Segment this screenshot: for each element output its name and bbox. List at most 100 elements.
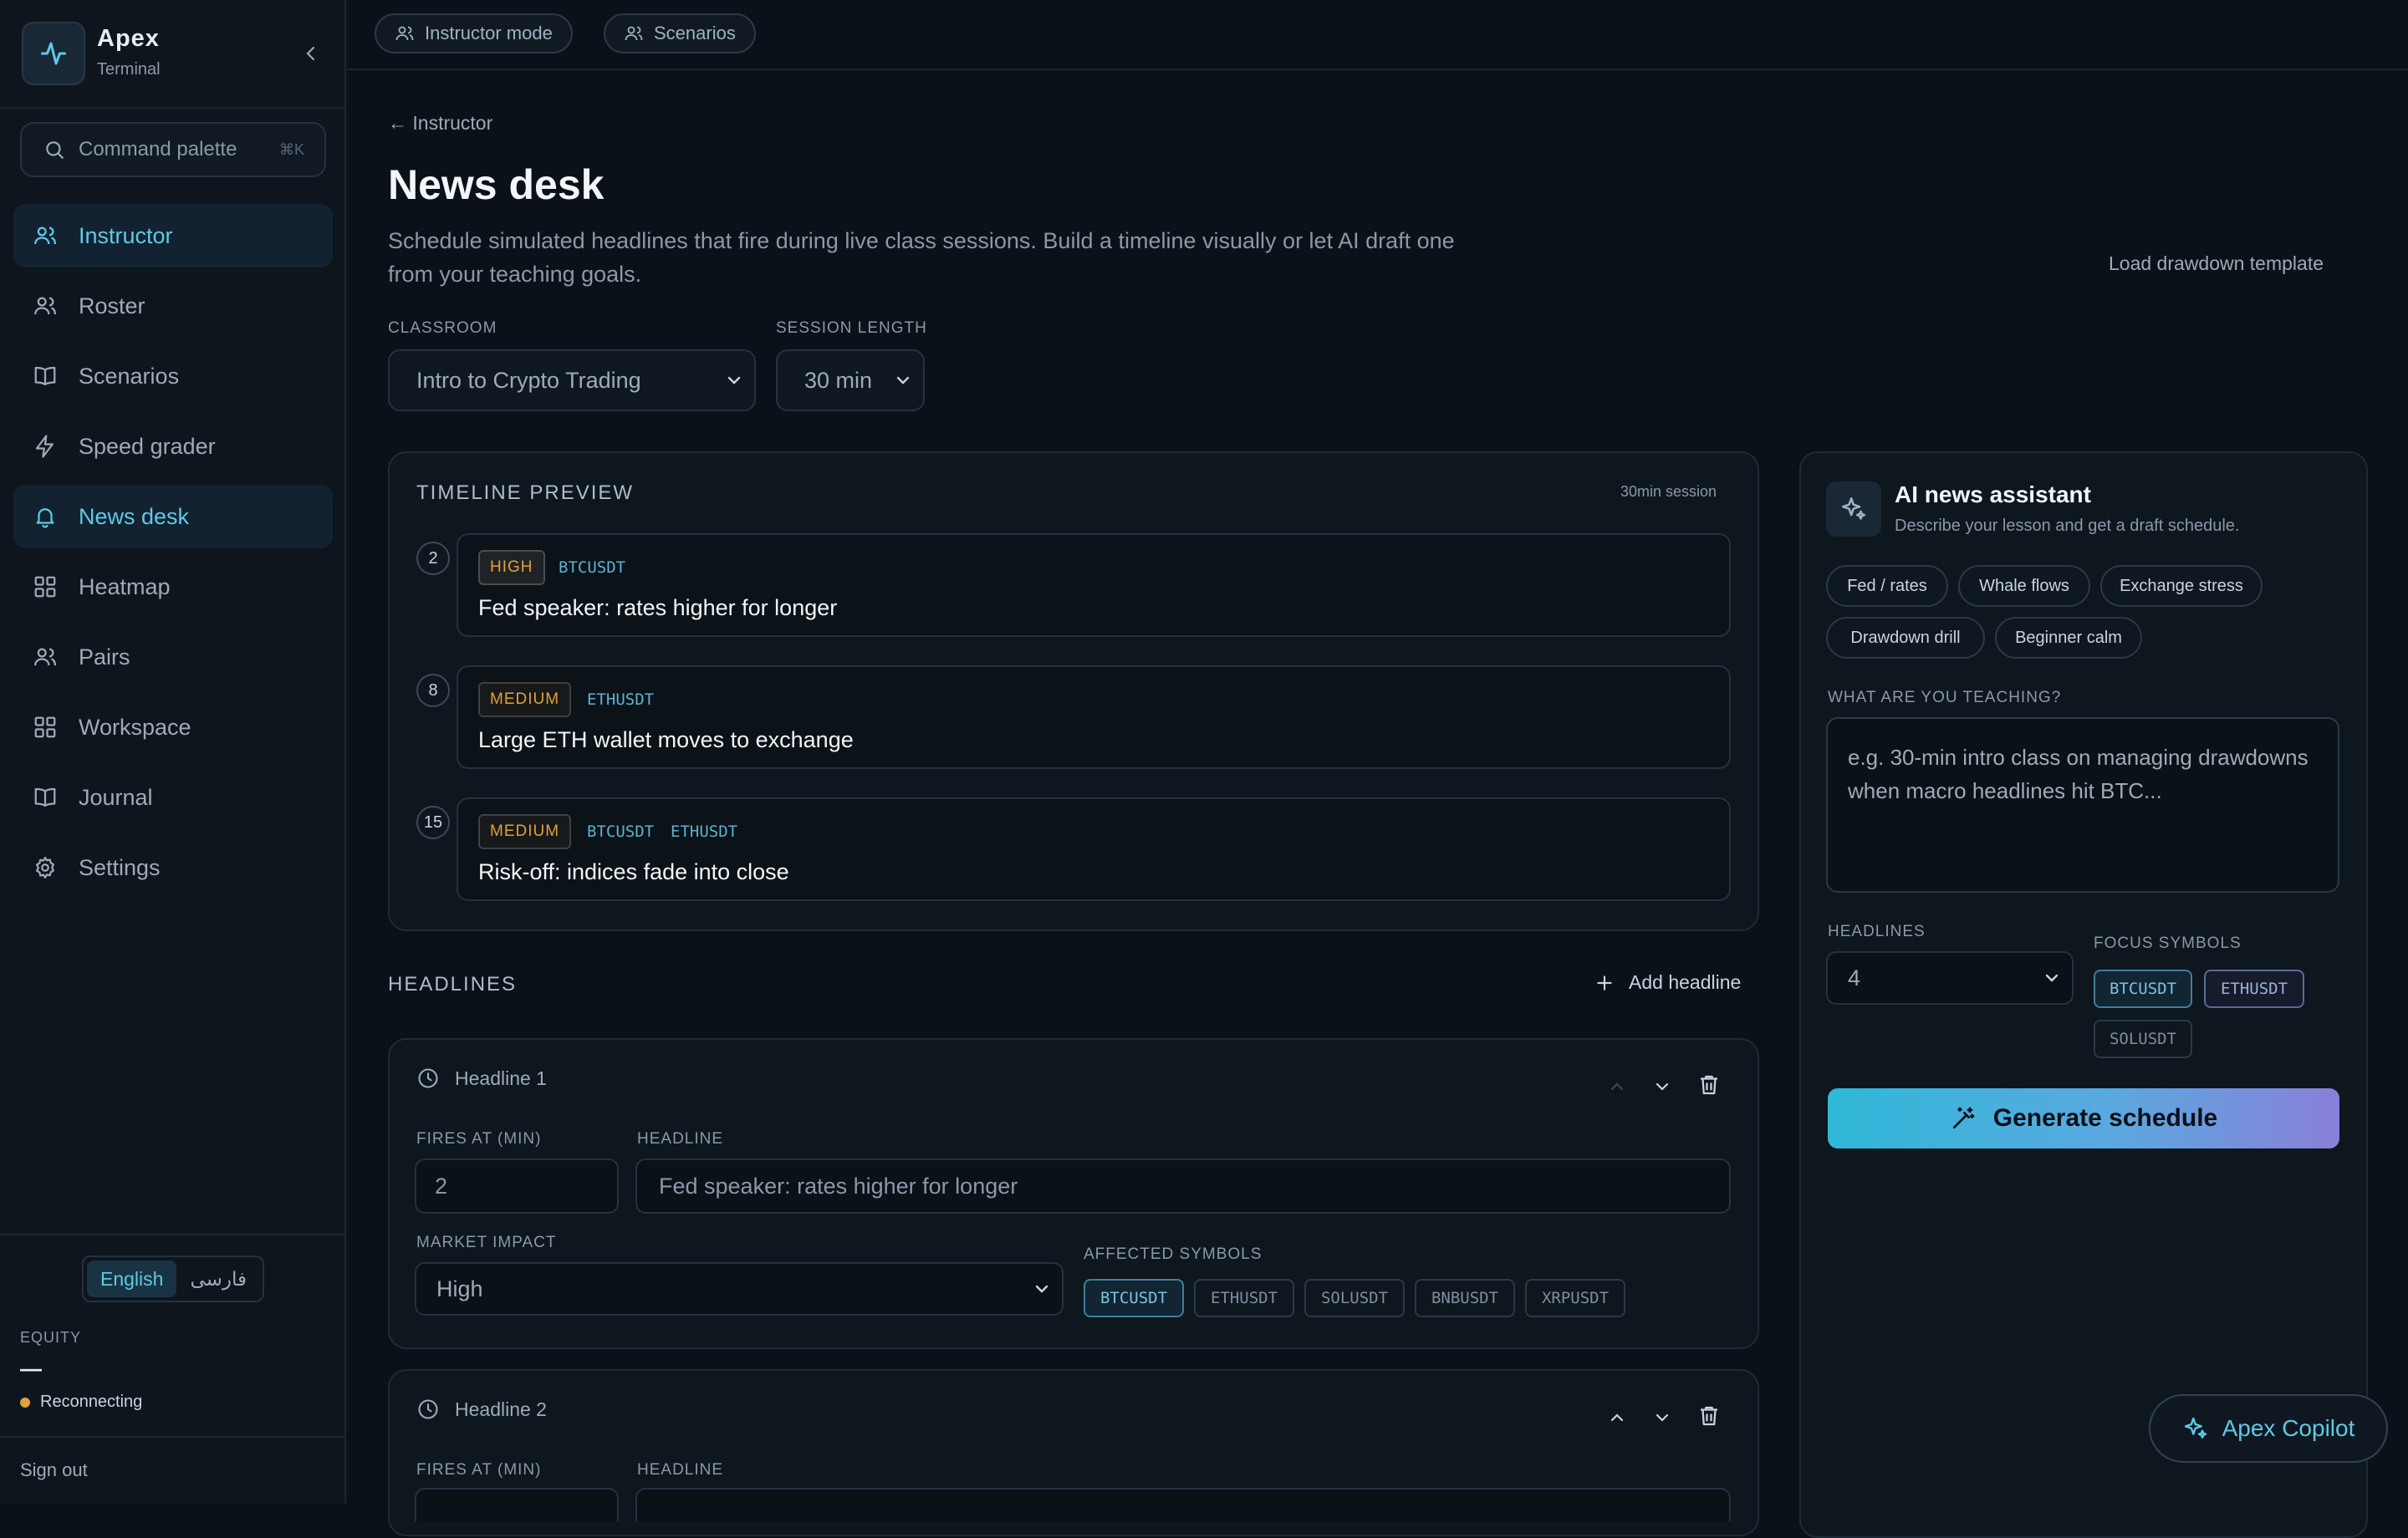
impact-badge: HIGH (478, 550, 545, 585)
fires-at-label: FIRES AT (MIN) (416, 1461, 542, 1479)
focus-symbol-btcusdt[interactable]: BTCUSDT (2094, 970, 2192, 1008)
impact-badge: MEDIUM (478, 814, 572, 849)
users-icon (32, 644, 59, 670)
brand[interactable]: Apex Terminal (22, 22, 323, 85)
symbol-toggle-ethusdt[interactable]: ETHUSDT (1194, 1279, 1294, 1317)
move-down-button[interactable] (1647, 1072, 1677, 1102)
chevron-up-icon (1610, 1413, 1624, 1422)
move-up-button[interactable] (1602, 1072, 1632, 1102)
sidebar-item-news-desk[interactable]: News desk (13, 485, 333, 548)
symbol-toggle-bnbusdt[interactable]: BNBUSDT (1415, 1279, 1515, 1317)
sidebar-item-label: Speed grader (79, 433, 216, 459)
headline-card-title: Headline 2 (416, 1398, 547, 1421)
sidebar-divider (0, 1436, 344, 1438)
fires-at-input[interactable]: 2 (415, 1159, 619, 1214)
delete-headline-button[interactable] (1694, 1401, 1724, 1431)
language-farsi[interactable]: فارسی (176, 1260, 260, 1297)
sidebar-item-speed-grader[interactable]: Speed grader (13, 415, 333, 478)
timeline-item[interactable]: HIGH BTCUSDT Fed speaker: rates higher f… (457, 533, 1731, 637)
symbol-toggle-btcusdt[interactable]: BTCUSDT (1084, 1279, 1184, 1317)
grid-icon (32, 573, 59, 600)
status-dot-icon (20, 1397, 30, 1408)
equity-value: — (20, 1356, 42, 1381)
ai-assistant-subtitle: Describe your lesson and get a draft sch… (1895, 517, 2240, 535)
market-impact-value: High (436, 1276, 483, 1301)
preset-chip[interactable]: Drawdown drill (1826, 617, 1985, 659)
chevron-down-icon (724, 370, 744, 396)
affected-symbols-label: AFFECTED SYMBOLS (1084, 1245, 1263, 1263)
fires-at-input[interactable] (415, 1488, 619, 1521)
fires-at-value: 2 (435, 1173, 448, 1199)
timeline-item[interactable]: MEDIUM BTCUSDT ETHUSDT Risk-off: indices… (457, 797, 1731, 901)
session-length-select[interactable]: 30 min (776, 349, 925, 411)
users-icon (624, 23, 644, 43)
back-link[interactable]: ← Instructor (388, 112, 492, 135)
sidebar-item-settings[interactable]: Settings (13, 836, 333, 899)
session-length-label: SESSION LENGTH (776, 319, 927, 337)
sidebar-item-journal[interactable]: Journal (13, 766, 333, 829)
sidebar-item-label: Instructor (79, 222, 173, 248)
ai-headlines-select[interactable]: 4 (1826, 951, 2074, 1005)
classroom-select[interactable]: Intro to Crypto Trading (388, 349, 756, 411)
preset-chip[interactable]: Whale flows (1958, 565, 2090, 607)
users-icon (395, 23, 415, 43)
delete-headline-button[interactable] (1694, 1070, 1724, 1100)
scenarios-chip[interactable]: Scenarios (604, 13, 756, 53)
brand-name: Apex (97, 25, 160, 52)
sidebar-item-roster[interactable]: Roster (13, 274, 333, 338)
sidebar-item-label: News desk (79, 503, 190, 529)
market-impact-select[interactable]: High (415, 1262, 1064, 1316)
headline-card-title-text: Headline 2 (455, 1398, 547, 1420)
preset-chip[interactable]: Beginner calm (1995, 617, 2142, 659)
focus-symbol-ethusdt[interactable]: ETHUSDT (2204, 970, 2304, 1008)
sign-out-button[interactable]: Sign out (20, 1459, 88, 1481)
sidebar-item-label: Scenarios (79, 363, 180, 389)
preset-chip[interactable]: Fed / rates (1826, 565, 1948, 607)
equity-label: EQUITY (20, 1329, 82, 1346)
bolt-icon (32, 433, 59, 460)
ai-headlines-value: 4 (1848, 965, 1861, 991)
chevron-down-icon (1656, 1413, 1669, 1422)
instructor-mode-chip[interactable]: Instructor mode (375, 13, 573, 53)
sidebar-item-label: Settings (79, 854, 161, 880)
copilot-button[interactable]: Apex Copilot (2149, 1394, 2388, 1463)
timeline-headline: Risk-off: indices fade into close (478, 859, 789, 884)
clock-icon (416, 1398, 440, 1421)
chevron-down-icon (893, 370, 913, 396)
load-template-button[interactable]: Load drawdown template (2109, 252, 2324, 275)
symbol-toggle-xrpusdt[interactable]: XRPUSDT (1525, 1279, 1625, 1317)
sidebar-item-workspace[interactable]: Workspace (13, 695, 333, 759)
timeline-item[interactable]: MEDIUM ETHUSDT Large ETH wallet moves to… (457, 665, 1731, 769)
sparkles-icon (1826, 481, 1881, 537)
preset-chip[interactable]: Exchange stress (2100, 565, 2263, 607)
magic-wand-icon (1950, 1105, 1977, 1132)
focus-symbol-solusdt[interactable]: SOLUSDT (2094, 1020, 2192, 1058)
trash-icon (1701, 1075, 1717, 1095)
move-up-button[interactable] (1602, 1403, 1632, 1433)
sidebar-item-heatmap[interactable]: Heatmap (13, 555, 333, 619)
book-icon (32, 784, 59, 811)
add-headline-button[interactable]: Add headline (1594, 971, 1741, 994)
language-english[interactable]: English (87, 1260, 177, 1297)
symbol-toggle-solusdt[interactable]: SOLUSDT (1304, 1279, 1405, 1317)
trash-icon (1701, 1406, 1717, 1426)
move-down-button[interactable] (1647, 1403, 1677, 1433)
headline-value: Fed speaker: rates higher for longer (659, 1173, 1018, 1199)
sidebar-item-pairs[interactable]: Pairs (13, 625, 333, 689)
chevron-down-icon (2042, 968, 2062, 994)
symbol-tag: BTCUSDT (587, 822, 655, 841)
clock-icon (416, 1067, 440, 1090)
chevron-down-icon (1032, 1279, 1052, 1305)
command-palette-button[interactable]: Command palette ⌘K (20, 122, 326, 177)
collapse-sidebar-button[interactable] (294, 37, 328, 70)
sidebar-divider (0, 1234, 344, 1235)
teaching-textarea[interactable]: e.g. 30-min intro class on managing draw… (1826, 717, 2339, 893)
ai-assistant-title: AI news assistant (1895, 481, 2091, 507)
generate-schedule-button[interactable]: Generate schedule (1828, 1088, 2339, 1148)
page-subtitle: Schedule simulated headlines that fire d… (388, 228, 1455, 287)
headline-input[interactable]: Fed speaker: rates higher for longer (635, 1159, 1731, 1214)
sidebar-item-scenarios[interactable]: Scenarios (13, 344, 333, 408)
headline-input[interactable] (635, 1488, 1731, 1521)
chevron-left-icon (306, 46, 315, 61)
sidebar-item-instructor[interactable]: Instructor (13, 204, 333, 267)
